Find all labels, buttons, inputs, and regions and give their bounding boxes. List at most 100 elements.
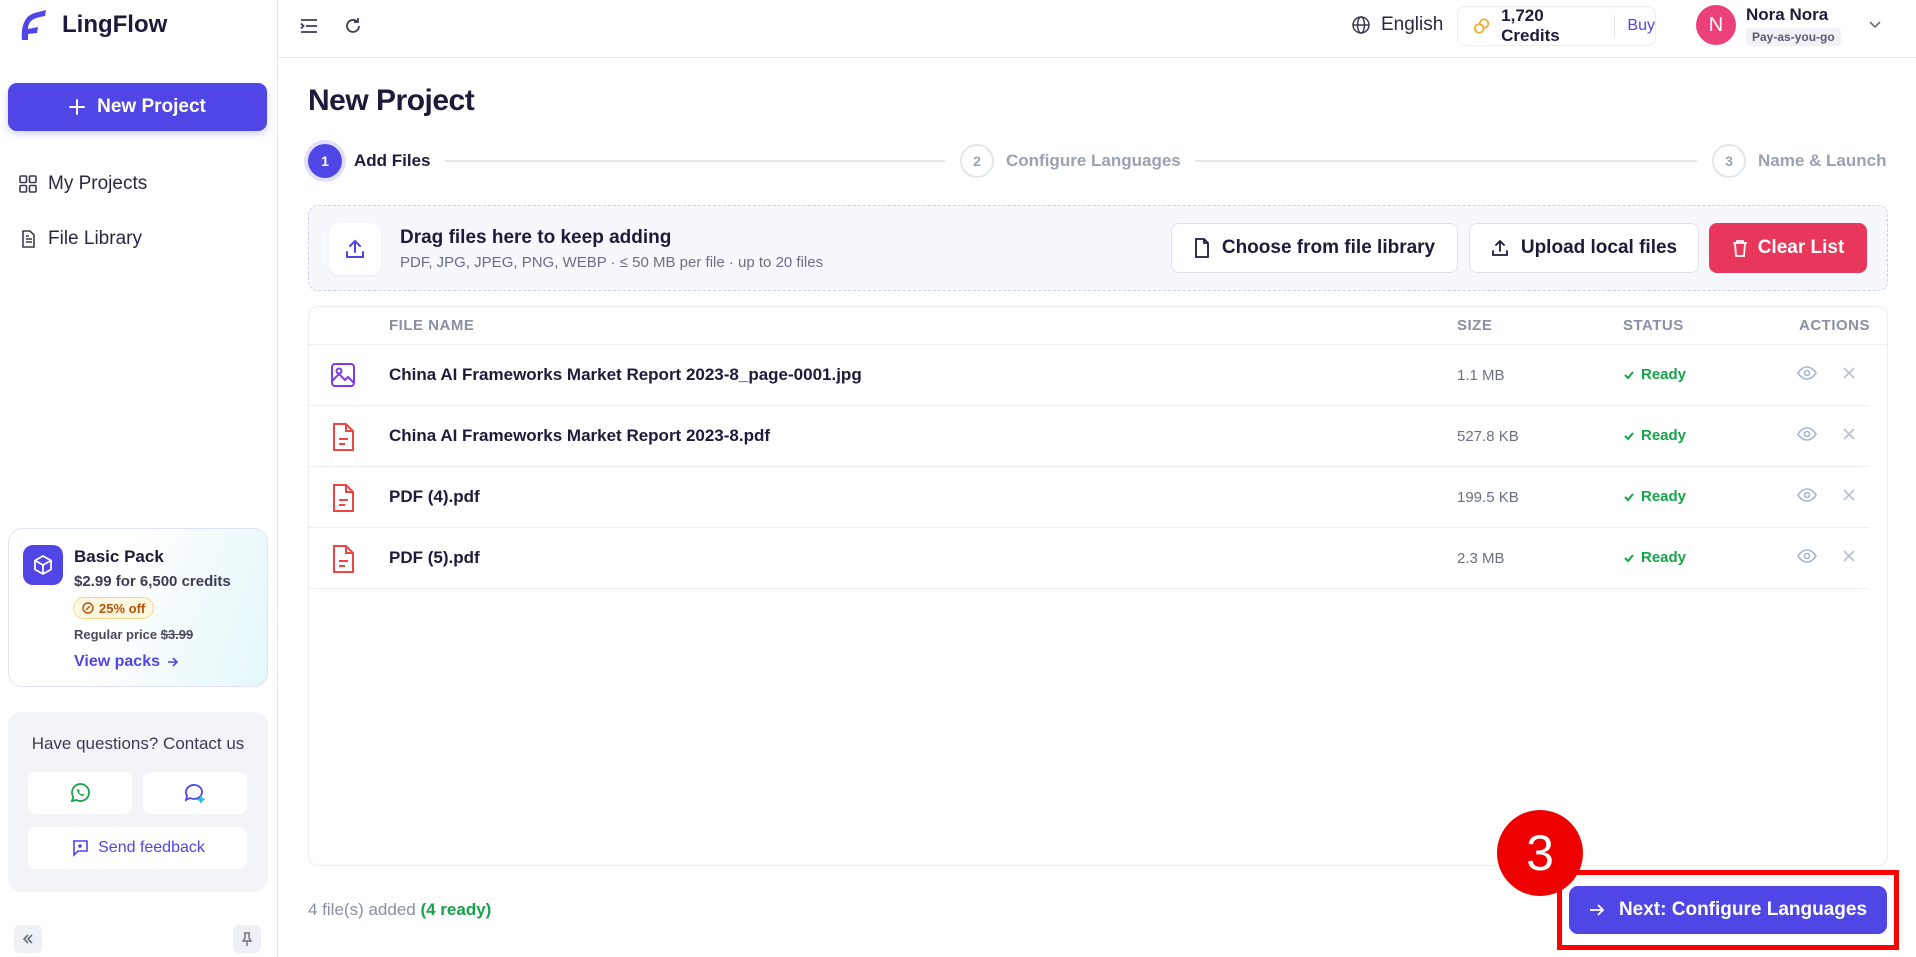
step-name-launch[interactable]: 3 Name & Launch — [1712, 144, 1886, 178]
discount-icon — [82, 602, 94, 614]
refresh-icon[interactable] — [343, 16, 363, 36]
upload-local-files-label: Upload local files — [1520, 237, 1678, 258]
remove-file-icon[interactable] — [1843, 550, 1855, 562]
whatsapp-button[interactable] — [28, 772, 132, 814]
status-label: Ready — [1641, 427, 1687, 444]
table-row: China AI Frameworks Market Report 2023-8… — [309, 406, 1869, 467]
dropzone-subtitle: PDF, JPG, JPEG, PNG, WEBP · ≤ 50 MB per … — [400, 254, 824, 271]
double-chevron-left-icon — [22, 934, 33, 944]
buy-credits-button[interactable]: Buy — [1627, 17, 1655, 35]
step-configure-languages[interactable]: 2 Configure Languages — [960, 144, 1181, 178]
regular-price-label: Regular price — [74, 627, 158, 642]
preview-eye-icon[interactable] — [1797, 426, 1817, 442]
image-file-icon — [331, 363, 355, 387]
step-label: Configure Languages — [1006, 151, 1181, 170]
menu-toggle-icon[interactable] — [299, 17, 319, 35]
upload-icon — [1491, 239, 1508, 256]
file-size: 2.3 MB — [1457, 550, 1505, 567]
column-header-file-name: FILE NAME — [389, 317, 475, 334]
step-number: 2 — [960, 144, 994, 178]
contact-title: Have questions? Contact us — [31, 734, 245, 753]
pin-icon — [241, 932, 253, 946]
discount-badge-label: 25% off — [99, 600, 146, 616]
table-row: China AI Frameworks Market Report 2023-8… — [309, 345, 1869, 406]
files-ready-count: (4 ready) — [420, 900, 492, 919]
collapse-sidebar-button[interactable] — [14, 925, 42, 953]
files-added-count: 4 file(s) added — [308, 900, 416, 919]
choose-from-library-label: Choose from file library — [1221, 237, 1436, 258]
choose-from-library-button[interactable]: Choose from file library — [1171, 223, 1458, 273]
view-packs-link[interactable]: View packs — [74, 653, 180, 671]
dropzone-title: Drag files here to keep adding — [400, 227, 672, 248]
package-icon — [23, 545, 63, 585]
clear-list-button[interactable]: Clear List — [1709, 223, 1867, 273]
new-project-label: New Project — [97, 96, 206, 117]
upload-local-files-button[interactable]: Upload local files — [1469, 223, 1699, 273]
status-badge: Ready — [1623, 549, 1686, 566]
column-header-actions: ACTIONS — [1799, 317, 1870, 334]
check-icon — [1624, 492, 1634, 501]
upload-icon — [329, 223, 381, 275]
language-selector[interactable]: English — [1351, 14, 1443, 36]
chevron-down-icon — [1869, 21, 1881, 29]
new-project-button[interactable]: New Project — [8, 83, 267, 131]
step-label: Name & Launch — [1758, 151, 1887, 170]
app-logo[interactable]: LingFlow — [18, 8, 167, 42]
file-name: China AI Frameworks Market Report 2023-8… — [389, 365, 862, 384]
file-table: FILE NAME SIZE STATUS ACTIONS China AI F… — [308, 306, 1888, 866]
chat-icon — [184, 784, 206, 804]
status-label: Ready — [1641, 488, 1687, 505]
step-connector — [445, 160, 945, 162]
column-header-size: SIZE — [1457, 317, 1493, 334]
remove-file-icon[interactable] — [1843, 367, 1855, 379]
arrow-right-icon — [167, 657, 179, 667]
preview-eye-icon[interactable] — [1797, 487, 1817, 503]
sidebar-item-file-library[interactable]: File Library — [18, 228, 142, 250]
status-badge: Ready — [1623, 427, 1686, 444]
app-name: LingFlow — [62, 11, 168, 38]
status-badge: Ready — [1623, 366, 1686, 383]
status-label: Ready — [1641, 366, 1687, 383]
discount-badge: 25% off — [73, 597, 155, 619]
step-number: 1 — [308, 144, 342, 178]
step-add-files[interactable]: 1 Add Files — [308, 144, 431, 178]
user-menu[interactable]: N Nora Nora Pay-as-you-go — [1696, 5, 1881, 46]
promo-title: Basic Pack — [74, 547, 164, 566]
credits-widget: 1,720 Credits Buy — [1457, 6, 1656, 46]
check-icon — [1624, 553, 1634, 562]
remove-file-icon[interactable] — [1843, 489, 1855, 501]
sidebar-item-label: My Projects — [48, 173, 148, 194]
globe-icon — [1352, 16, 1370, 34]
file-size: 1.1 MB — [1457, 367, 1505, 384]
language-label: English — [1381, 14, 1444, 35]
step-label: Add Files — [354, 151, 431, 170]
table-row: PDF (4).pdf 199.5 KB Ready — [309, 467, 1869, 528]
file-dropzone[interactable]: Drag files here to keep adding PDF, JPG,… — [308, 205, 1888, 291]
send-feedback-label: Send feedback — [98, 839, 205, 856]
send-feedback-button[interactable]: Send feedback — [28, 827, 247, 869]
regular-price-value: $3.99 — [160, 627, 194, 642]
pdf-file-icon — [333, 423, 354, 451]
chat-button[interactable] — [143, 772, 247, 814]
sidebar-item-my-projects[interactable]: My Projects — [18, 173, 147, 195]
file-name: PDF (4).pdf — [389, 487, 480, 506]
file-size: 527.8 KB — [1457, 428, 1519, 445]
check-icon — [1624, 431, 1634, 440]
pin-sidebar-button[interactable] — [233, 925, 261, 953]
annotation-step-marker: 3 — [1497, 810, 1583, 896]
promo-card: Basic Pack $2.99 for 6,500 credits 25% o… — [8, 528, 268, 687]
credits-divider — [1614, 15, 1616, 37]
sidebar-item-label: File Library — [48, 228, 142, 249]
feedback-icon — [73, 840, 88, 857]
step-number: 3 — [1712, 144, 1746, 178]
remove-file-icon[interactable] — [1843, 428, 1855, 440]
check-icon — [1624, 370, 1634, 379]
preview-eye-icon[interactable] — [1797, 365, 1817, 381]
top-header: English 1,720 Credits Buy N Nora Nora Pa… — [278, 0, 1916, 58]
preview-eye-icon[interactable] — [1797, 548, 1817, 564]
sidebar: LingFlow New Project My Projects File Li… — [0, 0, 278, 957]
status-badge: Ready — [1623, 488, 1686, 505]
file-name: China AI Frameworks Market Report 2023-8… — [389, 426, 771, 445]
clear-list-label: Clear List — [1757, 237, 1845, 258]
avatar: N — [1696, 5, 1736, 45]
